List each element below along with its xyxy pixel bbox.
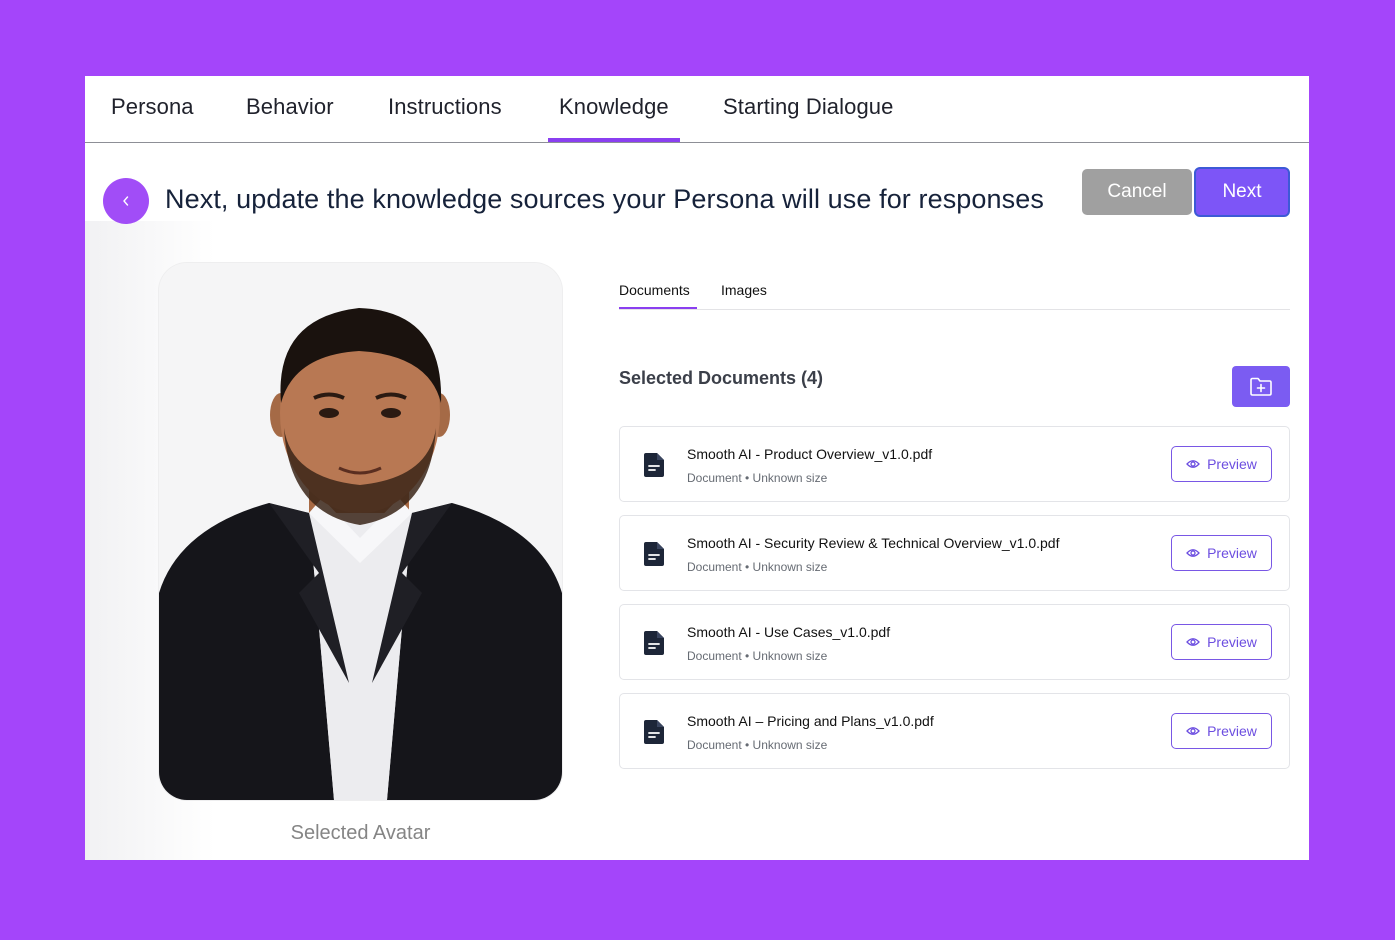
tab-instructions[interactable]: Instructions [388, 94, 502, 120]
preview-button[interactable]: Preview [1171, 446, 1272, 482]
persona-editor-panel: Persona Behavior Instructions Knowledge … [85, 76, 1309, 860]
eye-icon [1186, 460, 1200, 468]
selected-documents-title: Selected Documents (4) [619, 368, 824, 388]
document-name: Smooth AI - Use Cases_v1.0.pdf [687, 624, 891, 640]
eye-icon [1186, 727, 1200, 735]
active-tab-indicator [548, 138, 680, 142]
document-icon [644, 453, 664, 477]
preview-button[interactable]: Preview [1171, 713, 1272, 749]
document-meta: Document • Unknown size [687, 560, 828, 574]
document-icon [644, 542, 664, 566]
tab-starting-dialogue[interactable]: Starting Dialogue [723, 94, 893, 120]
document-card: Smooth AI - Product Overview_v1.0.pdf Do… [619, 426, 1290, 502]
preview-button[interactable]: Preview [1171, 624, 1272, 660]
active-subtab-indicator [619, 307, 697, 309]
avatar-caption: Selected Avatar [290, 822, 431, 844]
page-title: Next, update the knowledge sources your … [165, 184, 1044, 214]
document-card: Smooth AI - Use Cases_v1.0.pdf Document … [619, 604, 1290, 680]
document-icon [644, 631, 664, 655]
document-card: Smooth AI - Security Review & Technical … [619, 515, 1290, 591]
next-button[interactable]: Next [1194, 167, 1290, 217]
preview-label: Preview [1207, 545, 1257, 561]
preview-label: Preview [1207, 723, 1257, 739]
document-name: Smooth AI – Pricing and Plans_v1.0.pdf [687, 713, 934, 729]
document-meta: Document • Unknown size [687, 738, 828, 752]
preview-button[interactable]: Preview [1171, 535, 1272, 571]
preview-label: Preview [1207, 634, 1257, 650]
folder-plus-icon [1250, 377, 1272, 396]
eye-icon [1186, 638, 1200, 646]
document-card: Smooth AI – Pricing and Plans_v1.0.pdf D… [619, 693, 1290, 769]
tab-behavior[interactable]: Behavior [246, 94, 334, 120]
document-meta: Document • Unknown size [687, 649, 828, 663]
tab-persona[interactable]: Persona [111, 94, 194, 120]
tab-knowledge[interactable]: Knowledge [559, 94, 669, 120]
subtab-documents[interactable]: Documents [619, 282, 690, 298]
subtab-divider [619, 309, 1290, 310]
avatar-card[interactable] [159, 263, 562, 800]
back-button[interactable] [103, 178, 149, 224]
document-name: Smooth AI - Product Overview_v1.0.pdf [687, 446, 933, 462]
document-name: Smooth AI - Security Review & Technical … [687, 535, 1060, 551]
chevron-left-icon [123, 196, 129, 206]
avatar-portrait [159, 263, 562, 800]
eye-icon [1186, 549, 1200, 557]
preview-label: Preview [1207, 456, 1257, 472]
tab-bar: Persona Behavior Instructions Knowledge … [85, 76, 1309, 143]
document-icon [644, 720, 664, 744]
add-document-button[interactable] [1232, 366, 1290, 407]
document-meta: Document • Unknown size [687, 471, 828, 485]
subtab-images[interactable]: Images [721, 282, 767, 298]
cancel-button[interactable]: Cancel [1082, 169, 1192, 215]
